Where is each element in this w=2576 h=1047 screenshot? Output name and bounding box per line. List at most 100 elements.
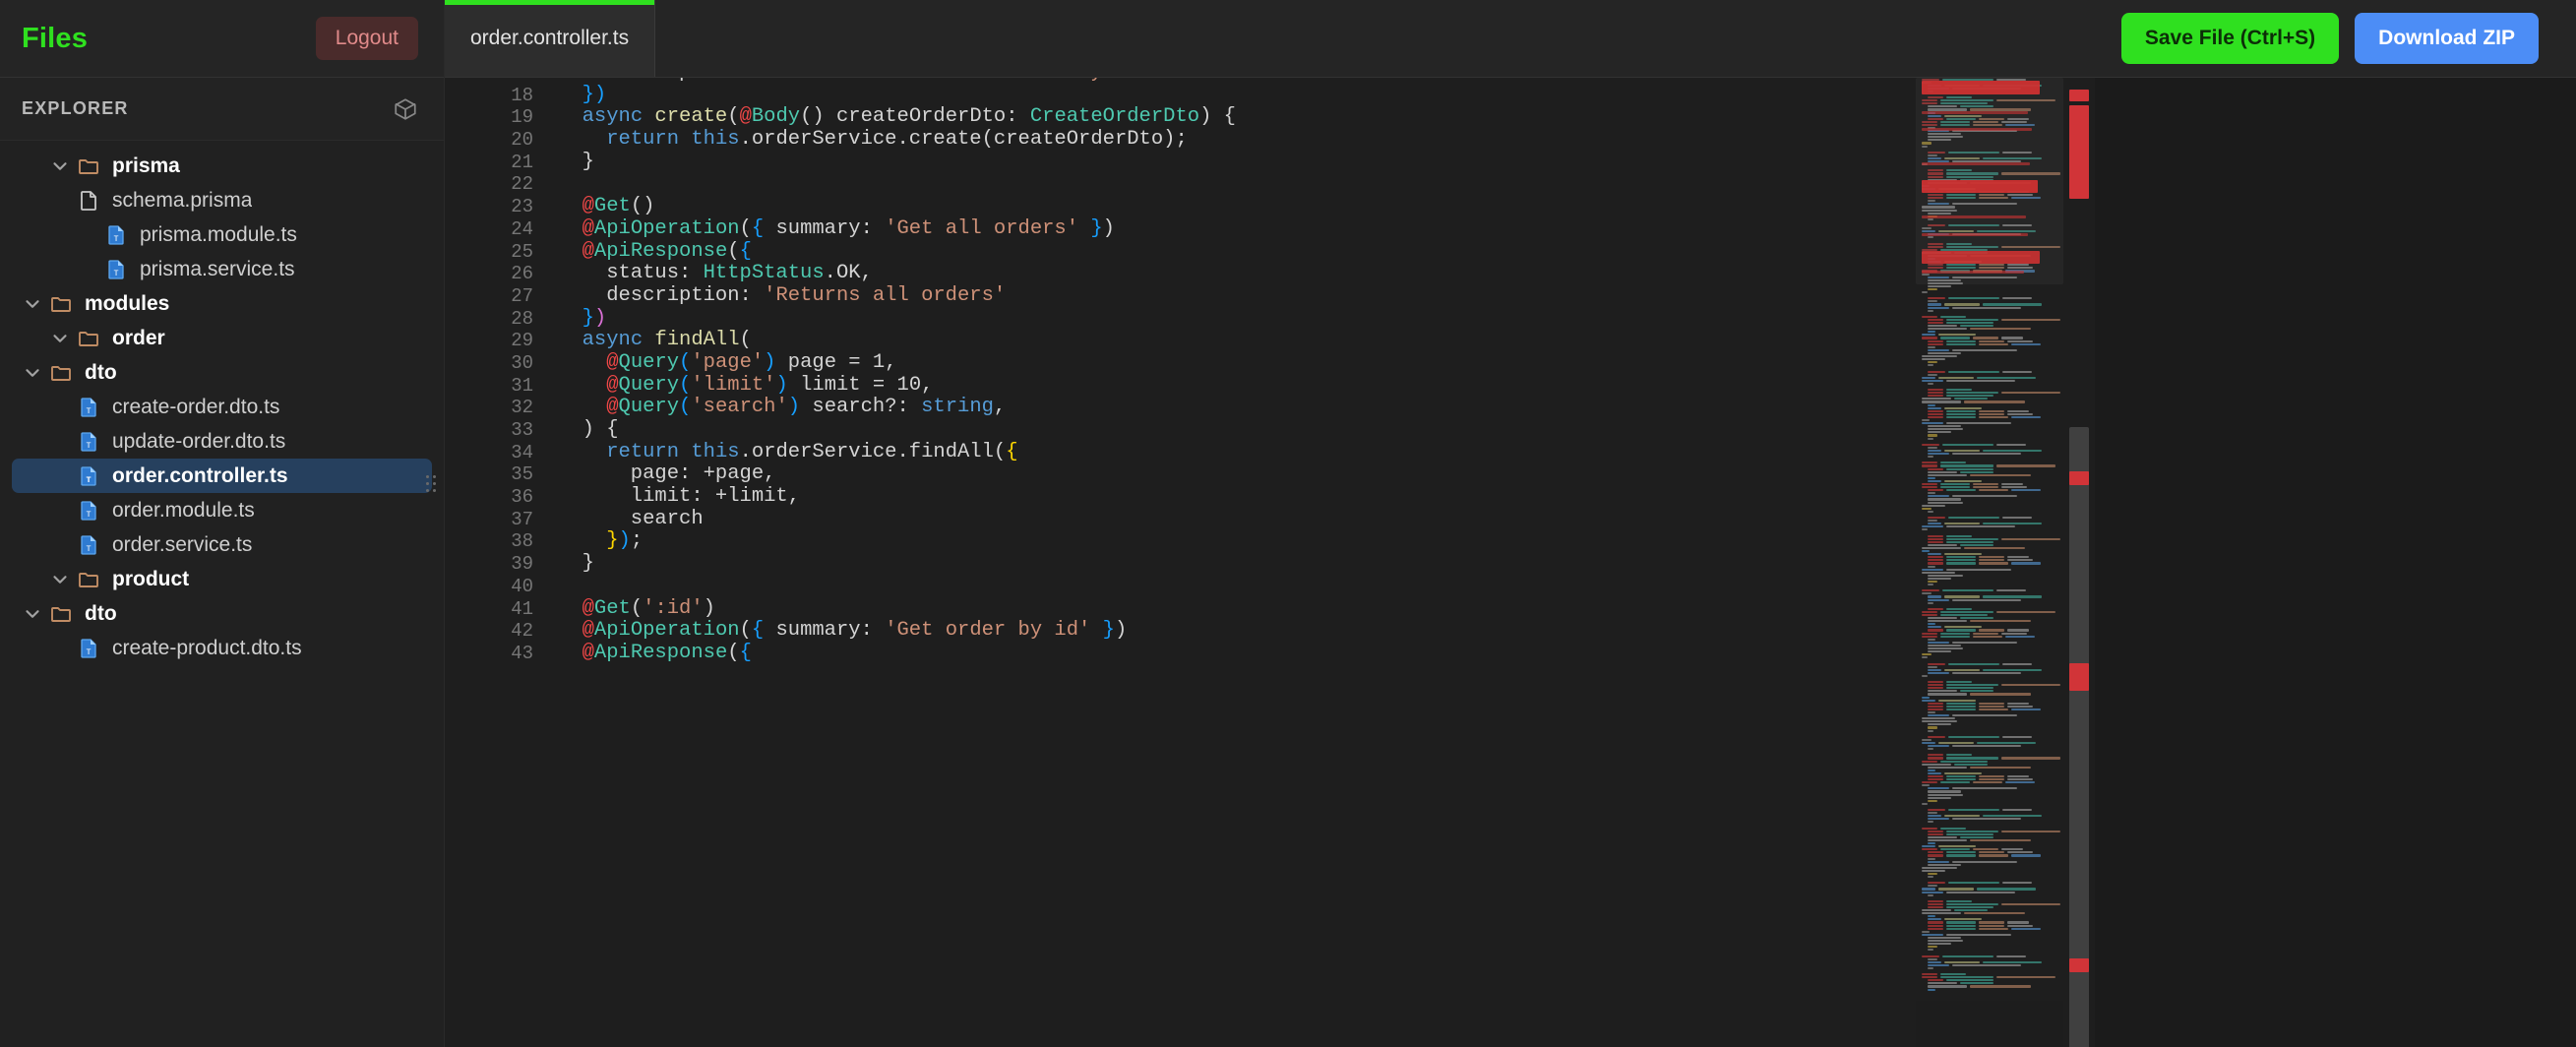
minimap-token xyxy=(1960,325,1993,328)
code-token: ( xyxy=(739,329,752,352)
tree-file-prisma-module-ts[interactable]: Tprisma.module.ts xyxy=(12,217,432,252)
code-token: ( xyxy=(679,350,692,374)
code-editor[interactable]: 17 description: 'Order has been successf… xyxy=(445,78,2095,1047)
tab-strip[interactable]: order.controller.ts xyxy=(445,0,656,77)
minimap-token xyxy=(1928,790,1961,793)
code-line[interactable]: 20 return this.orderService.create(creat… xyxy=(445,128,2095,152)
code-lines[interactable]: 17 description: 'Order has been successf… xyxy=(445,78,2095,665)
minimap-token xyxy=(1940,486,1970,489)
chevron-down-icon[interactable] xyxy=(49,569,71,590)
minimap-token xyxy=(1979,778,2004,781)
code-line[interactable]: 19 async create(@Body() createOrderDto: … xyxy=(445,106,2095,129)
code-line[interactable]: 29 async findAll( xyxy=(445,329,2095,352)
line-number: 36 xyxy=(511,486,533,509)
minimap-token xyxy=(1928,809,1945,812)
code-line[interactable]: 22 xyxy=(445,173,2095,196)
code-line[interactable]: 18 }) xyxy=(445,84,2095,107)
minimap-token xyxy=(1928,693,1967,696)
tree-file-order-controller-ts[interactable]: Torder.controller.ts xyxy=(12,459,432,493)
minimap-token xyxy=(1922,614,1937,617)
tree-file-order-module-ts[interactable]: Torder.module.ts xyxy=(12,493,432,527)
minimap-token xyxy=(2001,337,2023,339)
download-zip-button[interactable]: Download ZIP xyxy=(2355,13,2539,64)
minimap-token xyxy=(1938,376,1974,379)
chevron-down-icon[interactable] xyxy=(22,362,43,384)
code-line[interactable]: 26 status: HttpStatus.OK, xyxy=(445,262,2095,285)
code-line[interactable]: 25 @ApiResponse({ xyxy=(445,240,2095,264)
tree-folder-modules[interactable]: modules xyxy=(12,286,432,321)
code-line[interactable]: 28 }) xyxy=(445,306,2095,331)
minimap-token xyxy=(1946,467,1993,470)
minimap-token xyxy=(1928,745,1949,748)
tree-file-prisma-service-ts[interactable]: Tprisma.service.ts xyxy=(12,252,432,286)
code-line[interactable]: 35 page: +page, xyxy=(445,463,2095,486)
code-token: } xyxy=(582,306,594,330)
code-line[interactable]: 30 @Query('page') page = 1, xyxy=(445,350,2095,375)
minimap-token xyxy=(1928,601,1933,604)
code-line[interactable]: 23 @Get() xyxy=(445,195,2095,218)
minimap-token xyxy=(1928,857,1935,860)
minimap-token xyxy=(1928,966,1933,969)
svg-text:T: T xyxy=(86,441,91,451)
tree-file-schema-prisma[interactable]: schema.prisma xyxy=(12,183,432,217)
tree-folder-product[interactable]: product xyxy=(12,562,432,596)
code-line[interactable]: 33 ) { xyxy=(445,418,2095,442)
editor-minimap[interactable] xyxy=(1916,78,2063,1047)
sidebar-resizer[interactable] xyxy=(431,0,441,1047)
chevron-down-icon[interactable] xyxy=(22,603,43,625)
cube-icon[interactable] xyxy=(393,96,418,122)
scrollbar-thumb[interactable] xyxy=(2069,427,2089,1047)
minimap-token xyxy=(1928,287,1937,291)
code-token: 'limit' xyxy=(691,373,776,397)
minimap-viewport-slider[interactable] xyxy=(1916,78,2063,284)
minimap-token xyxy=(1970,620,2031,623)
code-line[interactable]: 21 } xyxy=(445,151,2095,174)
minimap-token xyxy=(1970,985,2031,988)
code-token: findAll xyxy=(643,329,740,352)
code-token: ( xyxy=(981,128,994,152)
line-content: } xyxy=(550,552,594,576)
code-line[interactable]: 32 @Query('search') search?: string, xyxy=(445,396,2095,419)
code-line[interactable]: 27 description: 'Returns all orders' xyxy=(445,284,2095,308)
minimap-token xyxy=(1928,629,1943,632)
logout-button[interactable]: Logout xyxy=(315,17,418,60)
code-line[interactable]: 31 @Query('limit') limit = 10, xyxy=(445,373,2095,398)
code-line[interactable]: 42 @ApiOperation({ summary: 'Get order b… xyxy=(445,619,2095,643)
tree-file-order-service-ts[interactable]: Torder.service.ts xyxy=(12,527,432,562)
file-tree[interactable]: prisma schema.prisma Tprisma.module.ts Tpri… xyxy=(0,141,444,1047)
chevron-down-icon[interactable] xyxy=(49,155,71,177)
save-file-button[interactable]: Save File (Ctrl+S) xyxy=(2120,13,2340,64)
minimap-token xyxy=(1970,838,2031,842)
code-line[interactable]: 40 xyxy=(445,576,2095,598)
explorer-header: EXPLORER xyxy=(0,78,444,141)
line-content: @Get() xyxy=(550,195,655,218)
code-line[interactable]: 37 search xyxy=(445,508,2095,531)
tree-folder-order[interactable]: order xyxy=(12,321,432,355)
tree-item-label: update-order.dto.ts xyxy=(112,429,286,453)
code-line[interactable]: 41 @Get(':id') xyxy=(445,597,2095,621)
typescript-file-icon: T xyxy=(77,430,100,454)
tree-folder-prisma[interactable]: prisma xyxy=(12,149,432,183)
code-line[interactable]: 39 } xyxy=(445,552,2095,576)
tree-file-create-product-dto-ts[interactable]: Tcreate-product.dto.ts xyxy=(12,631,432,665)
tree-folder-dto[interactable]: dto xyxy=(12,596,432,631)
code-line[interactable]: 34 return this.orderService.findAll({ xyxy=(445,441,2095,464)
code-line[interactable]: 43 @ApiResponse({ xyxy=(445,642,2095,665)
code-line[interactable]: 24 @ApiOperation({ summary: 'Get all ord… xyxy=(445,217,2095,241)
sidebar-drag-handle[interactable] xyxy=(426,475,438,497)
tree-file-create-order-dto-ts[interactable]: Tcreate-order.dto.ts xyxy=(12,390,432,424)
minimap-token xyxy=(1979,409,2004,412)
minimap-token xyxy=(1928,517,1945,520)
scrollbar-error-marker xyxy=(2069,90,2089,101)
code-line[interactable]: 38 }); xyxy=(445,530,2095,553)
editor-tab-order-controller-ts[interactable]: order.controller.ts xyxy=(445,0,656,77)
tree-folder-dto[interactable]: dto xyxy=(12,355,432,390)
chevron-down-icon[interactable] xyxy=(49,328,71,349)
editor-vertical-scrollbar[interactable] xyxy=(2063,78,2095,1047)
minimap-token xyxy=(1960,835,1993,838)
tree-file-update-order-dto-ts[interactable]: Tupdate-order.dto.ts xyxy=(12,424,432,459)
minimap-token xyxy=(2005,781,2035,784)
chevron-down-icon[interactable] xyxy=(22,293,43,315)
code-line[interactable]: 36 limit: +limit, xyxy=(445,485,2095,509)
code-line[interactable]: 17 description: 'Order has been successf… xyxy=(445,78,2095,85)
